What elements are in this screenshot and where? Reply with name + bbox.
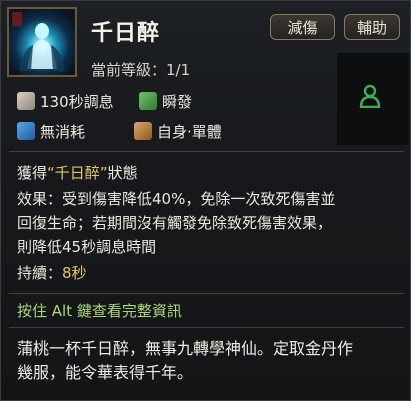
duration-value: 8秒 xyxy=(62,264,87,282)
description-line-1: 獲得“千日醉”狀態 xyxy=(17,161,405,185)
description-effect: 效果：受到傷害降低40%，免除一次致死傷害並 回復生命；若期間沒有觸發免除致死傷… xyxy=(17,187,405,259)
flavor-text: 蒲桃一杯千日醉，無事九轉學神仙。定取金丹作 幾服，能令華表得千年。 xyxy=(17,337,405,385)
effect-text-2: 回復生命；若期間沒有觸發免除致死傷害效果， xyxy=(17,214,333,232)
attr-cooldown-label: 130秒調息 xyxy=(40,93,114,111)
attr-cooldown: 130秒調息 xyxy=(17,91,114,113)
desc-quote-open: “ xyxy=(47,164,55,182)
attr-target: 自身·單體 xyxy=(134,121,222,143)
attr-target-label: 自身·單體 xyxy=(157,123,222,141)
effect-label: 效果： xyxy=(17,190,63,208)
duration-label: 持續： xyxy=(17,264,63,282)
level-value: 1/1 xyxy=(166,61,191,79)
hint-prefix: 按住 xyxy=(17,302,52,320)
desc-prefix: 獲得 xyxy=(17,164,48,182)
green-instant-icon xyxy=(139,92,157,110)
alt-hint: 按住 Alt 鍵查看完整資訊 xyxy=(17,299,405,323)
flavor-line-2: 幾服，能令華表得千年。 xyxy=(17,363,194,382)
effect-text-3: 則降低45秒調息時間 xyxy=(17,238,157,256)
hint-key: Alt xyxy=(51,302,73,320)
tag-support: 輔助 xyxy=(344,14,400,40)
person-icon xyxy=(359,84,381,108)
desc-buff-name: 千日醉 xyxy=(54,164,100,182)
attr-cost-label: 無消耗 xyxy=(40,123,86,141)
flavor-line-1: 蒲桃一杯千日醉，無事九轉學神仙。定取金丹作 xyxy=(17,339,354,358)
attr-cast-label: 瞬發 xyxy=(162,93,193,111)
clock-icon xyxy=(17,92,35,110)
desc-quote-close: ” xyxy=(99,164,108,182)
tag-damage-reduction: 減傷 xyxy=(270,14,335,40)
divider xyxy=(9,327,404,328)
divider xyxy=(9,293,404,294)
hint-suffix: 鍵查看完整資訊 xyxy=(72,302,182,320)
description-duration: 持續：8秒 xyxy=(17,261,405,285)
glowing-figure-skill-icon xyxy=(7,7,77,77)
blue-cost-icon xyxy=(17,122,35,140)
skill-level: 當前等級：1/1 xyxy=(91,59,190,80)
level-label: 當前等級： xyxy=(91,61,167,79)
desc-suffix: 狀態 xyxy=(107,164,138,182)
attr-cast-type: 瞬發 xyxy=(139,91,192,113)
skill-name: 千日醉 xyxy=(91,21,161,46)
attr-cost: 無消耗 xyxy=(17,121,85,143)
target-self-icon xyxy=(134,122,152,140)
effect-text-1: 受到傷害降低40%，免除一次致死傷害並 xyxy=(62,190,336,208)
skill-tooltip: 千日醉 當前等級：1/1 減傷 輔助 130秒調息 瞬發 無消耗 自身·單體 獲… xyxy=(0,0,411,401)
divider xyxy=(9,151,404,152)
